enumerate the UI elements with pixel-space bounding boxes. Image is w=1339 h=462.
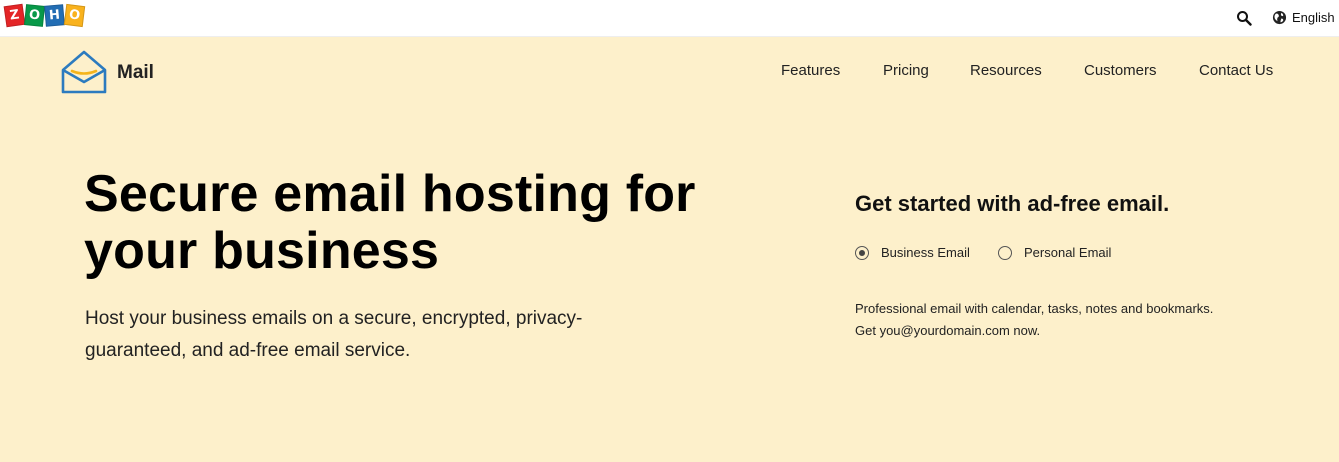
nav-pricing[interactable]: Pricing <box>883 62 929 79</box>
business-email-option[interactable]: Business Email <box>855 245 970 260</box>
globe-icon <box>1272 10 1287 24</box>
hero-title-line: your business <box>84 222 440 280</box>
zoho-logo-letter: Z <box>3 3 26 28</box>
top-bar: Z O H O English <box>0 0 1339 37</box>
zoho-logo-letter: O <box>63 3 86 28</box>
business-email-label[interactable]: Business Email <box>881 245 970 260</box>
nav-customers[interactable]: Customers <box>1084 62 1157 79</box>
product-name[interactable]: Mail <box>117 62 154 84</box>
language-label: English <box>1292 9 1335 25</box>
language-selector[interactable]: English <box>1272 8 1335 26</box>
description-line: Get you@yourdomain.com now. <box>855 323 1041 338</box>
nav-resources[interactable]: Resources <box>970 62 1042 79</box>
hero-title: Secure email hosting for your business <box>84 166 764 280</box>
hero-title-line: Secure email hosting for <box>84 165 696 223</box>
signup-description: Professional email with calendar, tasks,… <box>855 298 1275 342</box>
search-icon[interactable] <box>1236 10 1252 26</box>
hero-subtitle-line: Host your business emails on a secure, e… <box>85 308 583 329</box>
zoho-logo[interactable]: Z O H O <box>3 3 86 29</box>
signup-title: Get started with ad-free email. <box>855 191 1170 216</box>
personal-email-radio[interactable] <box>998 245 1012 260</box>
hero-subtitle-line: guaranteed, and ad-free email service. <box>85 340 411 361</box>
mail-logo-icon[interactable] <box>60 48 108 96</box>
zoho-logo-letter: H <box>44 4 65 27</box>
personal-email-label[interactable]: Personal Email <box>1024 245 1111 260</box>
hero-subtitle: Host your business emails on a secure, e… <box>85 303 645 367</box>
personal-email-option[interactable]: Personal Email <box>998 245 1111 260</box>
description-line: Professional email with calendar, tasks,… <box>855 301 1214 316</box>
business-email-radio[interactable] <box>855 245 869 260</box>
nav-features[interactable]: Features <box>781 62 840 79</box>
nav-contact-us[interactable]: Contact Us <box>1199 62 1273 79</box>
zoho-logo-letter: O <box>23 4 46 27</box>
